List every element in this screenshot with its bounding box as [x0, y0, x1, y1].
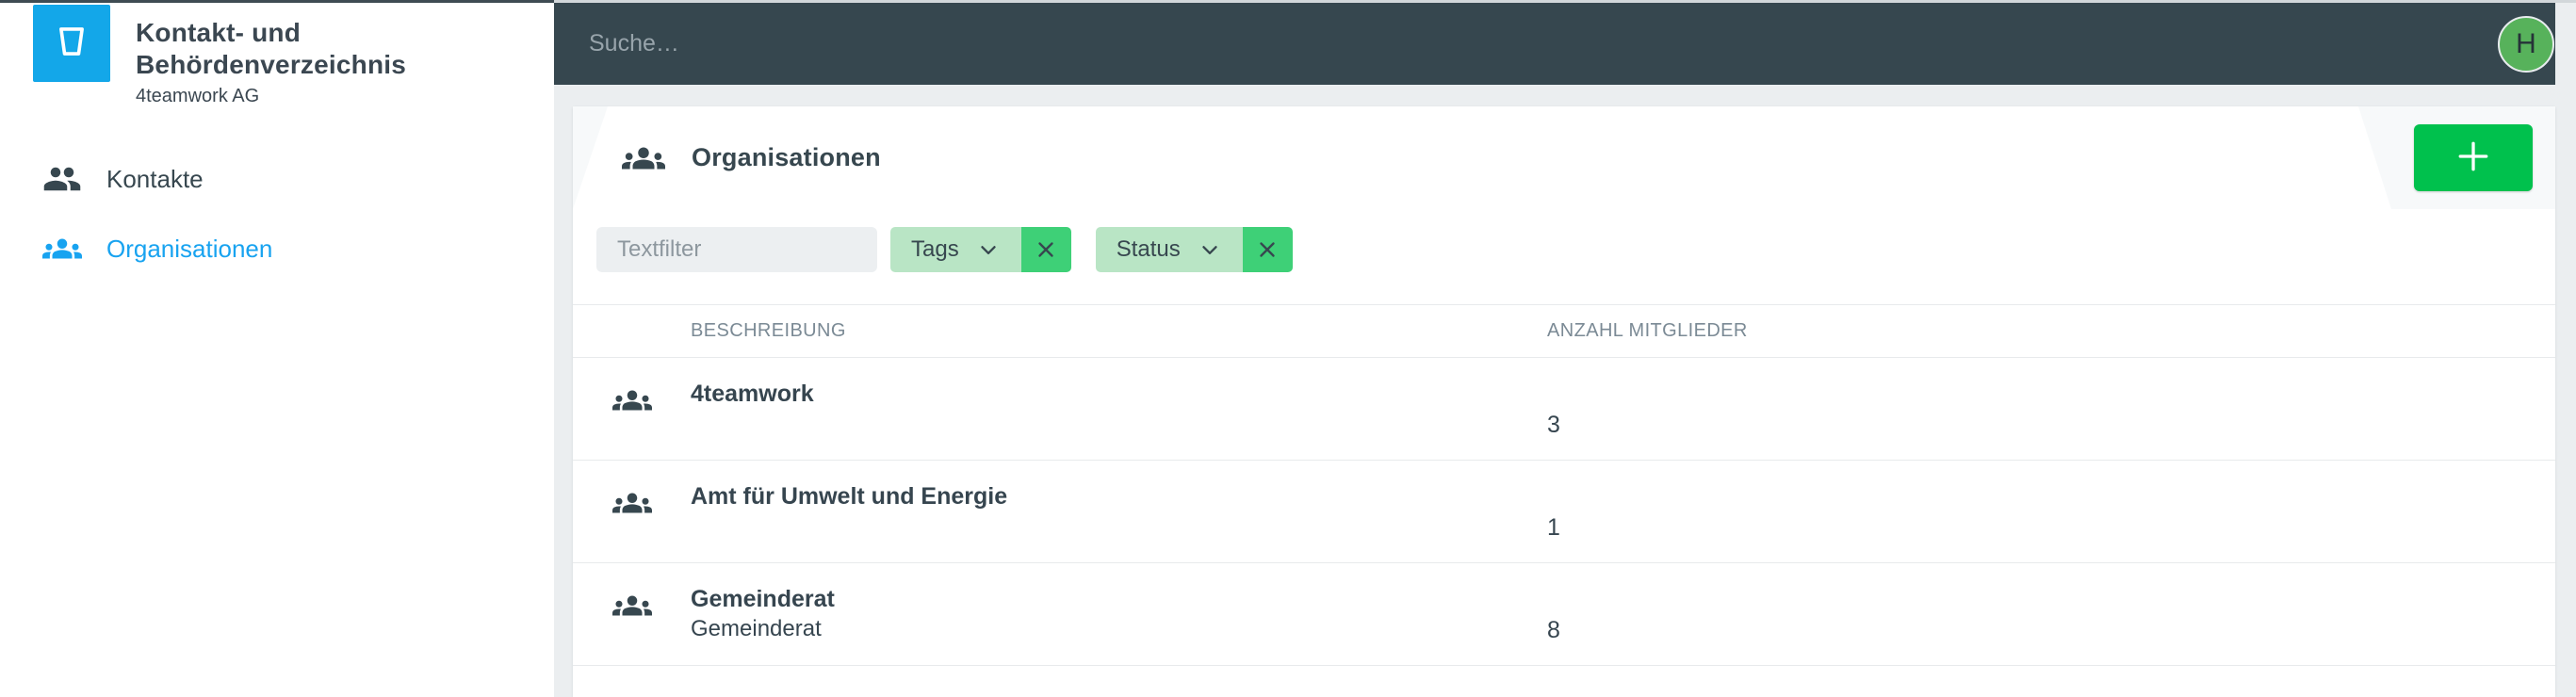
- organisations-card: Organisationen Tags Stat: [573, 106, 2555, 697]
- column-header-anzahl-mitglieder: ANZAHL MITGLIEDER: [1547, 320, 1748, 341]
- table-row[interactable]: Amt für Umwelt und Energie 1: [573, 461, 2555, 563]
- clear-status-filter-button[interactable]: [1242, 227, 1293, 272]
- chip-label: Status: [1116, 236, 1181, 262]
- app-logo[interactable]: [33, 5, 110, 82]
- filter-row: Tags Status: [596, 227, 2555, 272]
- textfilter-input[interactable]: [596, 227, 877, 272]
- sidebar: Kontakt- und Behördenverzeichnis 4teamwo…: [0, 3, 554, 697]
- organisation-title: 4teamwork: [691, 381, 814, 407]
- chevron-down-icon: [976, 237, 1001, 262]
- table-row[interactable]: Gemeinderat Gemeinderat 8: [573, 563, 2555, 666]
- filter-chip-status: Status: [1095, 227, 1293, 272]
- groups-icon: [612, 381, 652, 420]
- groups-icon: [42, 229, 82, 268]
- sidebar-item-organisationen[interactable]: Organisationen: [0, 228, 554, 269]
- close-icon: [1260, 242, 1275, 257]
- page-title: Organisationen: [692, 143, 881, 171]
- app-titles: Kontakt- und Behördenverzeichnis 4teamwo…: [110, 5, 554, 107]
- tags-dropdown[interactable]: Tags: [890, 227, 1021, 272]
- organisation-title: Amt für Umwelt und Energie: [691, 483, 1008, 510]
- close-icon: [1038, 242, 1053, 257]
- organisations-table: BESCHREIBUNG ANZAHL MITGLIEDER 4teamwork…: [573, 304, 2555, 666]
- table-header: BESCHREIBUNG ANZAHL MITGLIEDER: [573, 304, 2555, 358]
- groups-icon: [612, 586, 652, 625]
- chevron-down-icon: [1198, 237, 1222, 262]
- sidebar-item-label: Kontakte: [106, 164, 204, 193]
- add-organisation-button[interactable]: [2414, 124, 2533, 191]
- status-dropdown[interactable]: Status: [1095, 227, 1243, 272]
- chip-label: Tags: [911, 236, 959, 262]
- avatar[interactable]: H: [2498, 16, 2554, 73]
- member-count: 1: [1547, 514, 1560, 541]
- sidebar-item-label: Organisationen: [106, 234, 273, 263]
- member-count: 8: [1547, 617, 1560, 643]
- plus-icon: [2453, 136, 2494, 180]
- sidebar-nav: Kontakte Organisationen: [0, 158, 554, 269]
- app-subtitle: 4teamwork AG: [136, 86, 260, 106]
- avatar-initial: H: [2516, 28, 2536, 59]
- clear-tags-filter-button[interactable]: [1020, 227, 1071, 272]
- card-header: Organisationen: [573, 106, 2555, 209]
- organisation-title: Gemeinderat: [691, 586, 835, 612]
- app-header: Kontakt- und Behördenverzeichnis 4teamwo…: [0, 3, 554, 106]
- search-input[interactable]: [589, 30, 1814, 57]
- bucket-logo-icon: [50, 20, 93, 68]
- organisation-subtitle: Gemeinderat: [691, 616, 822, 641]
- member-count: 3: [1547, 412, 1560, 438]
- sidebar-item-kontakte[interactable]: Kontakte: [0, 158, 554, 200]
- column-header-beschreibung: BESCHREIBUNG: [691, 320, 846, 341]
- groups-icon: [622, 137, 665, 180]
- topbar: H: [554, 3, 2555, 85]
- people-icon: [42, 159, 82, 199]
- app-title: Kontakt- und Behördenverzeichnis: [136, 18, 406, 79]
- groups-icon: [612, 483, 652, 523]
- table-row[interactable]: 4teamwork 3: [573, 358, 2555, 461]
- filter-chip-tags: Tags: [890, 227, 1071, 272]
